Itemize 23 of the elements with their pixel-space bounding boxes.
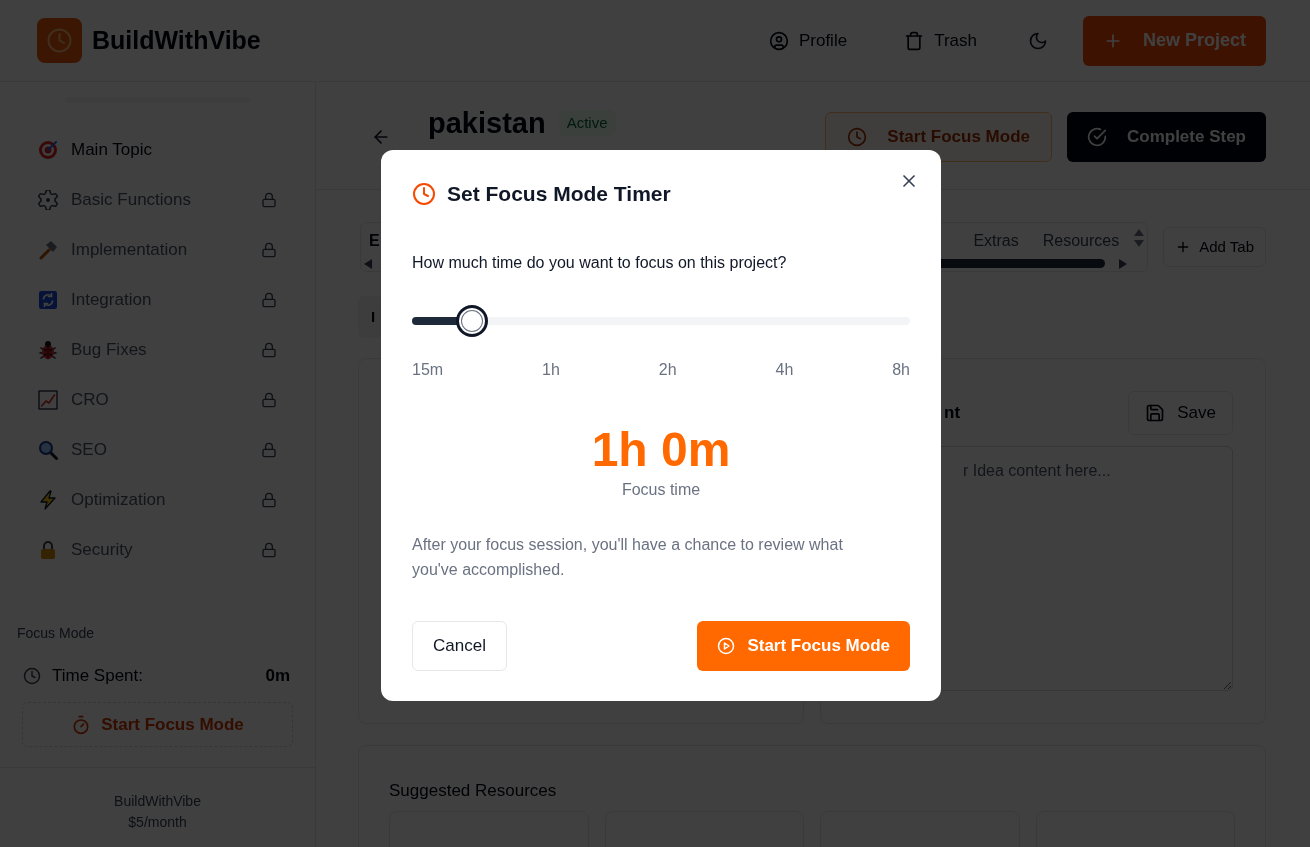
play-icon: [717, 637, 736, 655]
resources-heading: Suggested Resources: [389, 780, 558, 802]
duration-value: 1h 0m: [590, 426, 732, 474]
tick-label: 8h: [892, 360, 910, 380]
tick-label: 15m: [412, 360, 444, 380]
tick-label: 2h: [658, 360, 677, 380]
duration-caption: Focus time: [620, 480, 702, 500]
cancel-button[interactable]: Cancel: [412, 621, 507, 671]
project-title: pakistan: [428, 106, 546, 141]
time-spent-label: Time Spent:: [52, 665, 144, 688]
slider-thumb[interactable]: [455, 305, 488, 337]
dialog-note: After your focus session, you'll have a chance to review what you've accomplished.: [412, 535, 844, 580]
dialog-title: Set Focus Mode Timer: [447, 181, 671, 208]
dialog-question: How much time do you want to focus on this project?: [412, 253, 788, 273]
editor-heading: nt: [944, 402, 961, 425]
tick-label: 1h: [542, 360, 560, 380]
time-slider[interactable]: [412, 305, 910, 337]
start-focus-button[interactable]: Start Focus Mode: [697, 621, 910, 671]
tick-label: 4h: [775, 360, 794, 380]
app-name: BuildWithVibe: [92, 24, 261, 56]
tab[interactable]: E: [361, 229, 392, 253]
time-spent-value: 0m: [265, 665, 290, 688]
clock-icon: [412, 182, 436, 206]
